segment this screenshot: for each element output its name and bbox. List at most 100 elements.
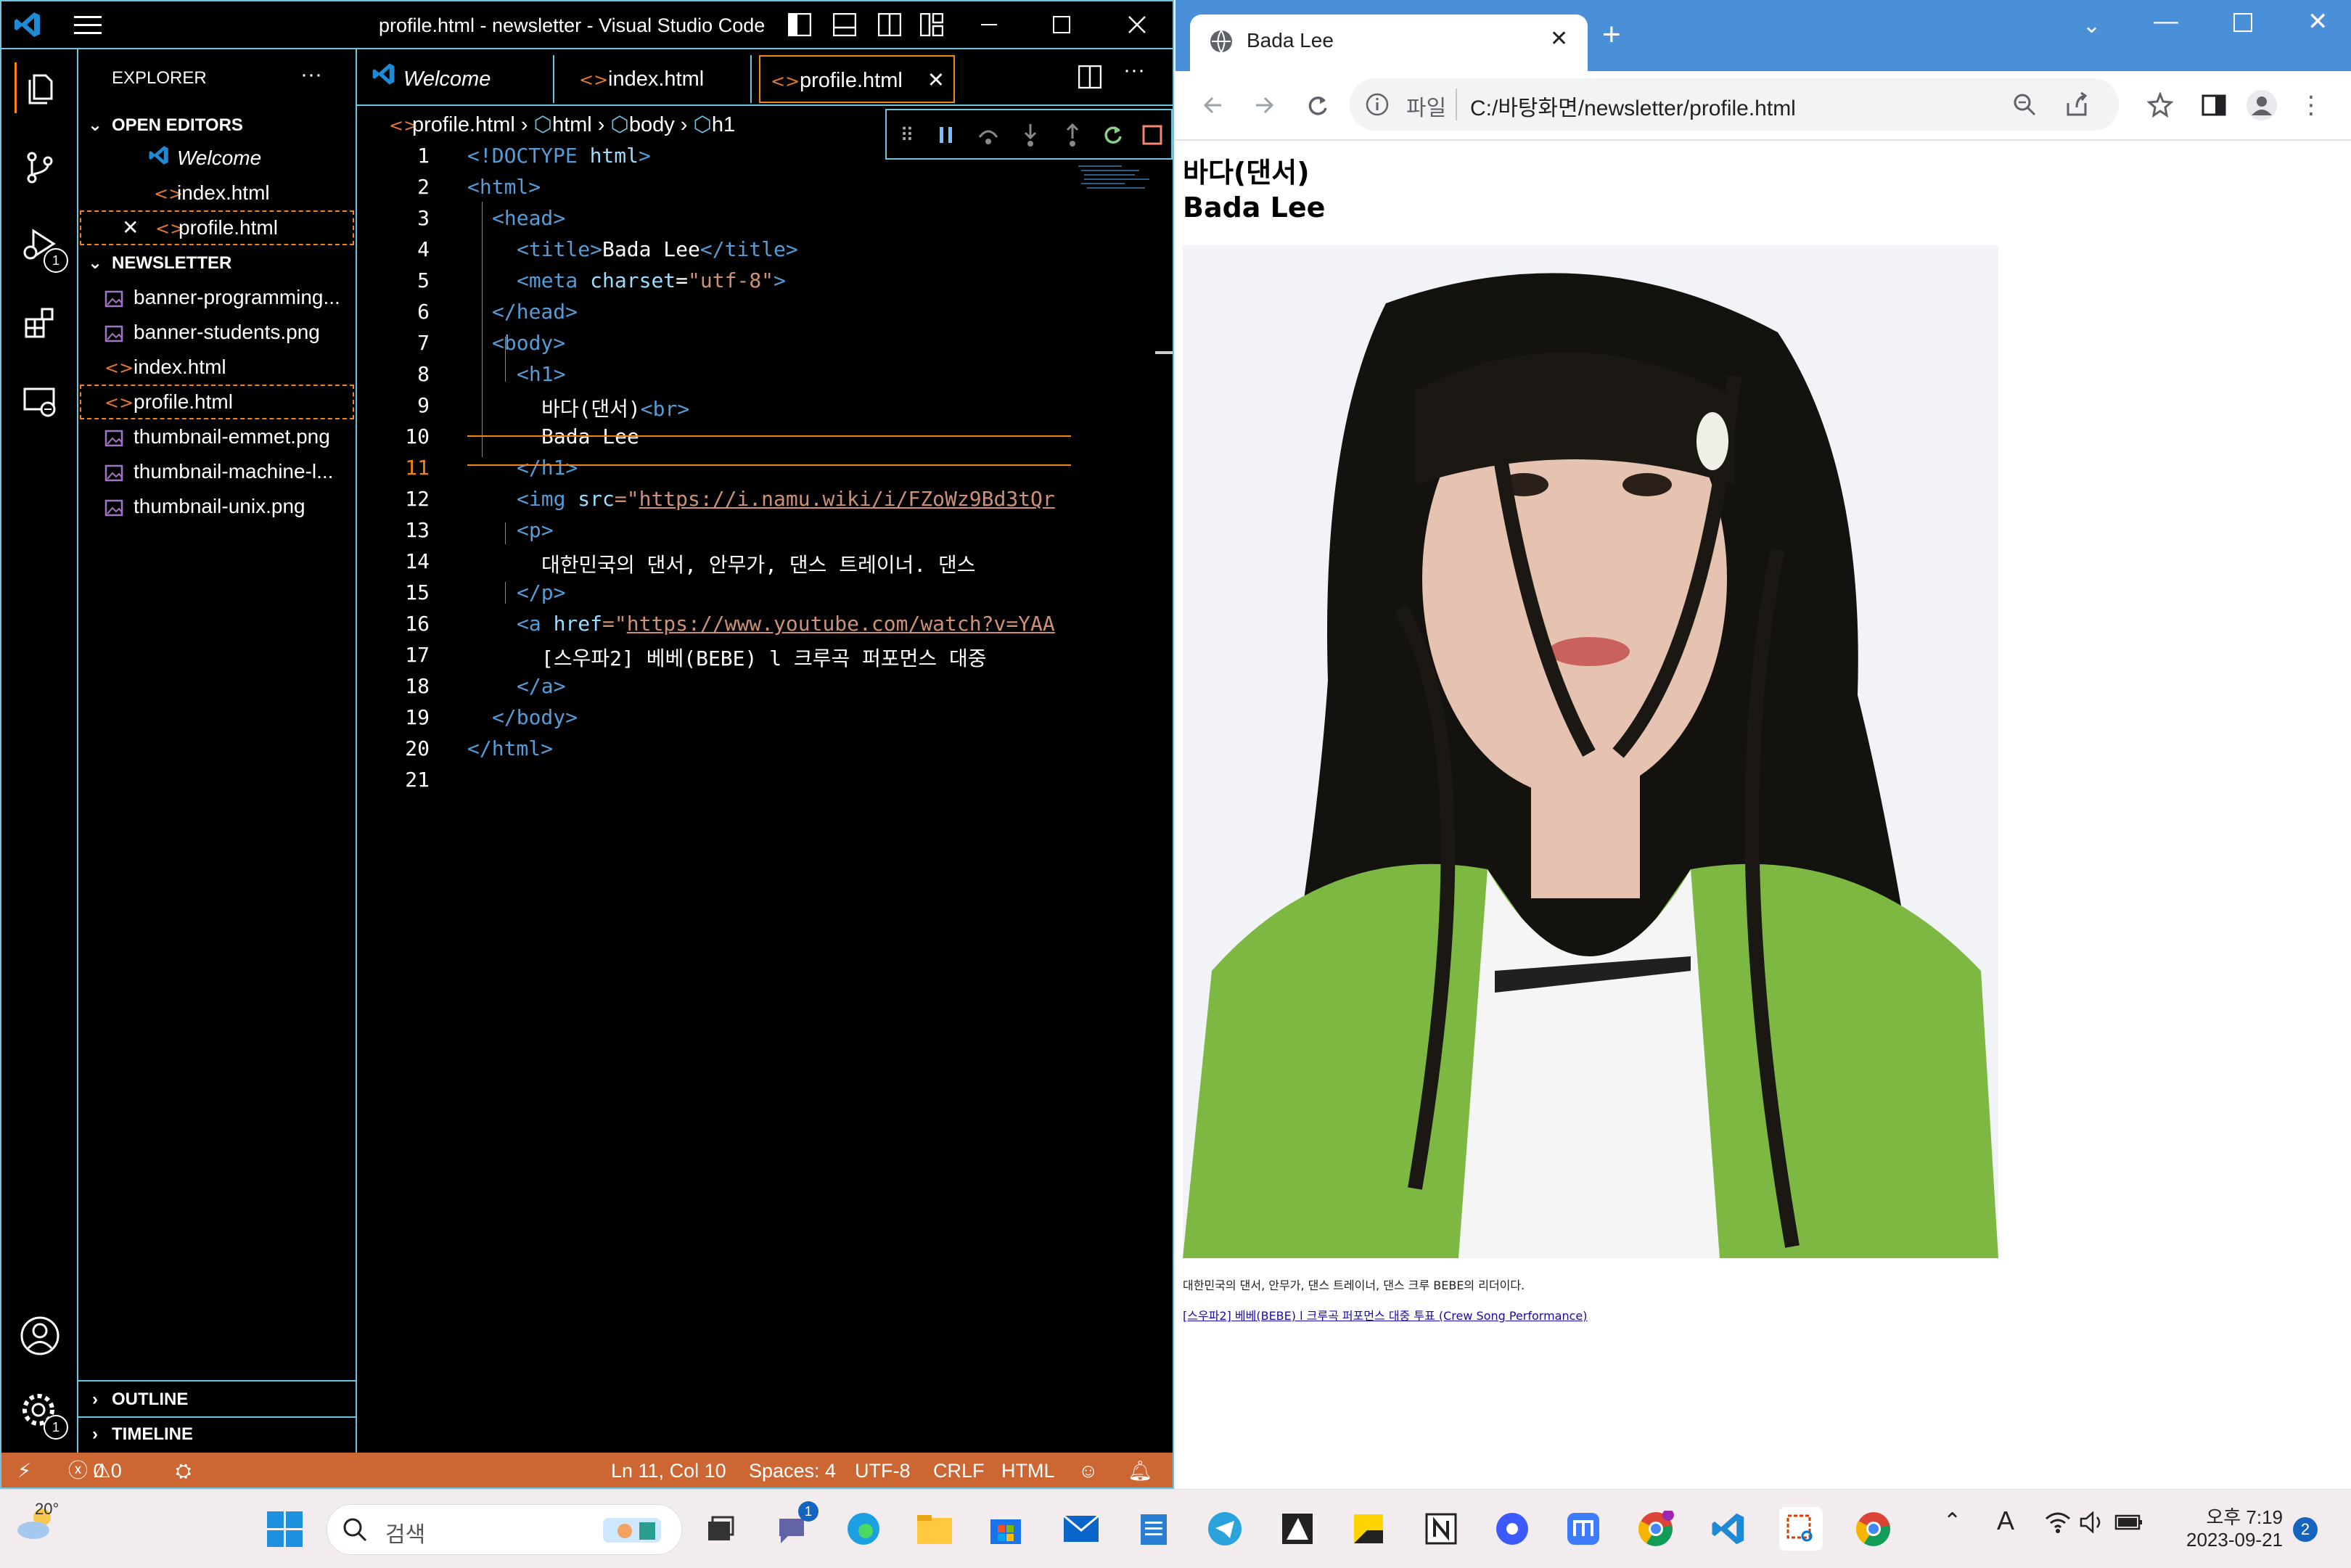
microsoft-store-icon[interactable] xyxy=(984,1507,1027,1551)
cursor-position[interactable]: Ln 11, Col 10 xyxy=(611,1453,726,1487)
battery-icon[interactable] xyxy=(2114,1511,2143,1533)
start-windows-icon[interactable] xyxy=(263,1507,306,1551)
minimap[interactable] xyxy=(1078,164,1151,193)
notification-count-badge[interactable]: 2 xyxy=(2293,1517,2318,1542)
sticky-notes-icon[interactable] xyxy=(1347,1507,1390,1551)
accounts-icon[interactable] xyxy=(15,1310,65,1361)
file-profile-html[interactable]: <>profile.html xyxy=(80,385,354,419)
epic-icon[interactable] xyxy=(1276,1507,1319,1551)
code-line-8: <h1> xyxy=(517,362,566,386)
chrome-profile-icon[interactable] xyxy=(1634,1507,1678,1551)
breadcrumb-body[interactable]: body xyxy=(629,113,675,136)
zoom-icon[interactable] xyxy=(2011,91,2038,118)
minimize-button[interactable]: — xyxy=(2154,7,2178,36)
reload-icon[interactable] xyxy=(1299,87,1335,123)
bookmark-star-icon[interactable] xyxy=(2142,87,2178,123)
breadcrumb-h1[interactable]: h1 xyxy=(712,113,735,136)
menu-hamburger-icon[interactable] xyxy=(74,16,103,35)
chrome-menu-icon[interactable]: ⋮ xyxy=(2293,87,2329,123)
app-m-icon[interactable] xyxy=(1562,1507,1605,1551)
more-actions-icon[interactable]: ··· xyxy=(300,62,322,87)
close-tab-icon[interactable]: ✕ xyxy=(1550,26,1568,52)
file-banner-programming[interactable]: banner-programming... xyxy=(80,280,354,315)
wifi-icon[interactable] xyxy=(2045,1511,2071,1533)
minimize-button[interactable] xyxy=(956,1,1022,48)
telegram-icon[interactable] xyxy=(1203,1507,1247,1551)
profile-avatar-icon[interactable] xyxy=(2244,87,2280,123)
mail-icon[interactable] xyxy=(1059,1507,1103,1551)
timeline-section[interactable]: › TIMELINE xyxy=(78,1418,356,1451)
breadcrumb-file[interactable]: profile.html xyxy=(412,113,515,136)
chevron-up-icon[interactable]: ⌃ xyxy=(1943,1509,1961,1534)
back-icon[interactable] xyxy=(1194,87,1231,123)
search-box[interactable]: 검색 xyxy=(327,1504,682,1555)
ime-indicator[interactable]: A xyxy=(1997,1506,2014,1536)
more-actions-icon[interactable]: ··· xyxy=(1123,58,1145,83)
code-editor[interactable]: 1 2 3 4 5 6 7 8 9 10 11 12 13 14 15 16 17 18 19 20 21 <!DOCT… xyxy=(357,144,1173,1450)
file-thumbnail-unix[interactable]: thumbnail-unix.png xyxy=(80,489,354,524)
problems-indicator[interactable]: ⓧ 0 ⚠ 0 xyxy=(68,1453,122,1487)
share-icon[interactable] xyxy=(2064,91,2090,118)
file-thumbnail-emmet[interactable]: thumbnail-emmet.png xyxy=(80,419,354,454)
maximize-button[interactable] xyxy=(1029,1,1094,48)
open-editor-welcome[interactable]: Welcome xyxy=(80,141,354,176)
open-editor-index[interactable]: <>index.html xyxy=(80,176,354,210)
extensions-icon[interactable] xyxy=(15,297,65,348)
close-editor-icon[interactable]: ✕ xyxy=(122,212,155,244)
youtube-link[interactable]: [스우파2] 베베(BEBE) l 크루곡 퍼포먼스 대중 투표 (Crew S… xyxy=(1183,1306,1588,1323)
chrome-icon[interactable] xyxy=(1852,1507,1895,1551)
app-blue-icon[interactable] xyxy=(1490,1507,1534,1551)
line-endings[interactable]: CRLF xyxy=(933,1453,985,1487)
forward-icon[interactable] xyxy=(1247,87,1283,123)
task-view-icon[interactable] xyxy=(698,1507,742,1551)
open-editor-profile[interactable]: ✕ <>profile.html xyxy=(80,210,354,245)
close-button[interactable]: ✕ xyxy=(2307,7,2329,36)
source-control-icon[interactable] xyxy=(15,142,65,193)
newsletter-folder-section[interactable]: ⌄ NEWSLETTER xyxy=(78,247,356,280)
notepad-icon[interactable] xyxy=(1132,1507,1176,1551)
vscode-taskbar-icon[interactable] xyxy=(1707,1507,1750,1551)
file-index-html[interactable]: <>index.html xyxy=(80,350,354,385)
close-button[interactable] xyxy=(1104,1,1170,48)
debug-run-icon[interactable]: ⛭ xyxy=(176,1453,192,1487)
run-debug-icon[interactable]: 1 xyxy=(15,219,68,273)
remote-indicator-icon[interactable]: ⚡ xyxy=(17,1453,31,1487)
tab-welcome[interactable]: Welcome xyxy=(357,55,554,103)
file-banner-students[interactable]: banner-students.png xyxy=(80,315,354,350)
notifications-bell-icon[interactable]: 🔔︎ xyxy=(1128,1453,1152,1487)
language-mode[interactable]: HTML xyxy=(1001,1453,1055,1487)
tab-profile[interactable]: <>profile.html ✕ xyxy=(759,55,955,103)
tab-index[interactable]: <>index.html xyxy=(554,55,752,103)
close-tab-icon[interactable]: ✕ xyxy=(927,57,945,104)
indentation[interactable]: Spaces: 4 xyxy=(749,1453,836,1487)
open-editors-section[interactable]: ⌄ OPEN EDITORS xyxy=(78,109,356,142)
toggle-panel-icon[interactable] xyxy=(832,12,857,37)
edge-icon[interactable] xyxy=(842,1507,885,1551)
notion-icon[interactable] xyxy=(1419,1507,1463,1551)
explorer-icon[interactable] xyxy=(15,62,67,113)
browser-tab[interactable]: Bada Lee ✕ xyxy=(1190,15,1588,71)
address-bar[interactable]: 파일 C:/바탕화면/newsletter/profile.html xyxy=(1350,78,2119,131)
toggle-primary-sidebar-icon[interactable] xyxy=(787,12,812,37)
maximize-button[interactable] xyxy=(2233,13,2252,32)
info-icon[interactable] xyxy=(1364,91,1390,118)
outline-section[interactable]: › OUTLINE xyxy=(78,1383,356,1416)
file-explorer-icon[interactable] xyxy=(913,1507,956,1551)
clock-time[interactable]: 오후 7:19 xyxy=(2174,1503,2283,1530)
new-tab-icon[interactable]: + xyxy=(1602,19,1621,51)
teams-chat-icon[interactable]: 1 xyxy=(771,1501,818,1551)
settings-gear-icon[interactable]: 1 xyxy=(15,1386,68,1440)
remote-explorer-icon[interactable] xyxy=(15,376,65,427)
breadcrumb-html[interactable]: html xyxy=(552,113,592,136)
file-thumbnail-machine[interactable]: thumbnail-machine-l... xyxy=(80,454,354,489)
snipping-tool-icon[interactable] xyxy=(1779,1507,1823,1551)
tab-search-icon[interactable]: ⌄ xyxy=(2083,13,2101,38)
clock-date[interactable]: 2023-09-21 xyxy=(2174,1529,2283,1551)
volume-icon[interactable] xyxy=(2080,1511,2106,1534)
side-panel-icon[interactable] xyxy=(2196,87,2232,123)
toggle-secondary-sidebar-icon[interactable] xyxy=(877,12,902,37)
customize-layout-icon[interactable] xyxy=(919,12,944,37)
feedback-icon[interactable]: ☺ xyxy=(1078,1453,1099,1487)
encoding[interactable]: UTF-8 xyxy=(855,1453,911,1487)
split-editor-icon[interactable] xyxy=(1078,65,1102,89)
